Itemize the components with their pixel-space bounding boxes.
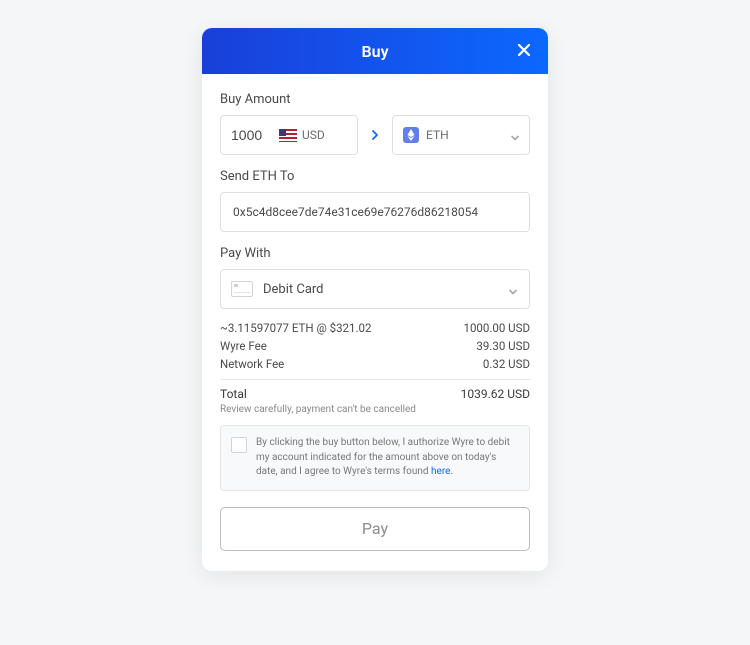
authorization-box: By clicking the buy button below, I auth… xyxy=(220,425,530,491)
summary-divider xyxy=(220,379,530,380)
chevron-down-icon xyxy=(509,129,521,141)
authorization-checkbox[interactable] xyxy=(231,437,247,453)
source-amount-box: USD xyxy=(220,115,358,155)
total-label: Total xyxy=(220,387,247,401)
ethereum-icon xyxy=(403,127,419,143)
modal-header: Buy xyxy=(202,28,548,74)
wyre-fee-value: 39.30 USD xyxy=(476,339,530,353)
amount-row: USD ETH xyxy=(220,115,530,155)
recipient-address-input[interactable] xyxy=(220,192,530,232)
pay-button[interactable]: Pay xyxy=(220,507,530,551)
convert-arrow-icon xyxy=(366,115,384,155)
buy-modal: Buy Buy Amount USD xyxy=(202,28,548,571)
close-button[interactable] xyxy=(514,41,534,61)
source-currency-code: USD xyxy=(302,128,325,142)
wyre-fee-label: Wyre Fee xyxy=(220,339,267,353)
rate-row: ~3.11597077 ETH @ $321.02 1000.00 USD xyxy=(220,321,530,335)
amount-input[interactable] xyxy=(231,127,279,143)
usa-flag-icon xyxy=(279,129,297,142)
network-fee-row: Network Fee 0.32 USD xyxy=(220,357,530,371)
buy-amount-label: Buy Amount xyxy=(220,92,530,107)
wyre-fee-row: Wyre Fee 39.30 USD xyxy=(220,339,530,353)
terms-link[interactable]: here xyxy=(431,466,450,477)
amount-value: 1000.00 USD xyxy=(464,321,531,335)
payment-method-select[interactable]: Debit Card xyxy=(220,269,530,309)
target-currency-code: ETH xyxy=(426,128,509,142)
pay-with-label: Pay With xyxy=(220,246,530,261)
chevron-down-icon xyxy=(507,283,519,295)
network-fee-label: Network Fee xyxy=(220,357,284,371)
total-value: 1039.62 USD xyxy=(461,387,530,401)
target-currency-select[interactable]: ETH xyxy=(392,115,530,155)
total-row: Total 1039.62 USD xyxy=(220,387,530,401)
review-note: Review carefully, payment can't be cance… xyxy=(220,404,530,415)
payment-method-label: Debit Card xyxy=(263,282,507,297)
network-fee-value: 0.32 USD xyxy=(483,357,530,371)
authorization-text: By clicking the buy button below, I auth… xyxy=(256,436,519,480)
send-to-label: Send ETH To xyxy=(220,169,530,184)
modal-title: Buy xyxy=(361,42,388,61)
rate-line: ~3.11597077 ETH @ $321.02 xyxy=(220,321,371,335)
modal-body: Buy Amount USD ETH xyxy=(202,74,548,571)
fee-summary: ~3.11597077 ETH @ $321.02 1000.00 USD Wy… xyxy=(220,321,530,491)
auth-text-body: By clicking the buy button below, I auth… xyxy=(256,437,510,477)
debit-card-icon xyxy=(231,281,253,297)
close-icon xyxy=(517,42,531,61)
